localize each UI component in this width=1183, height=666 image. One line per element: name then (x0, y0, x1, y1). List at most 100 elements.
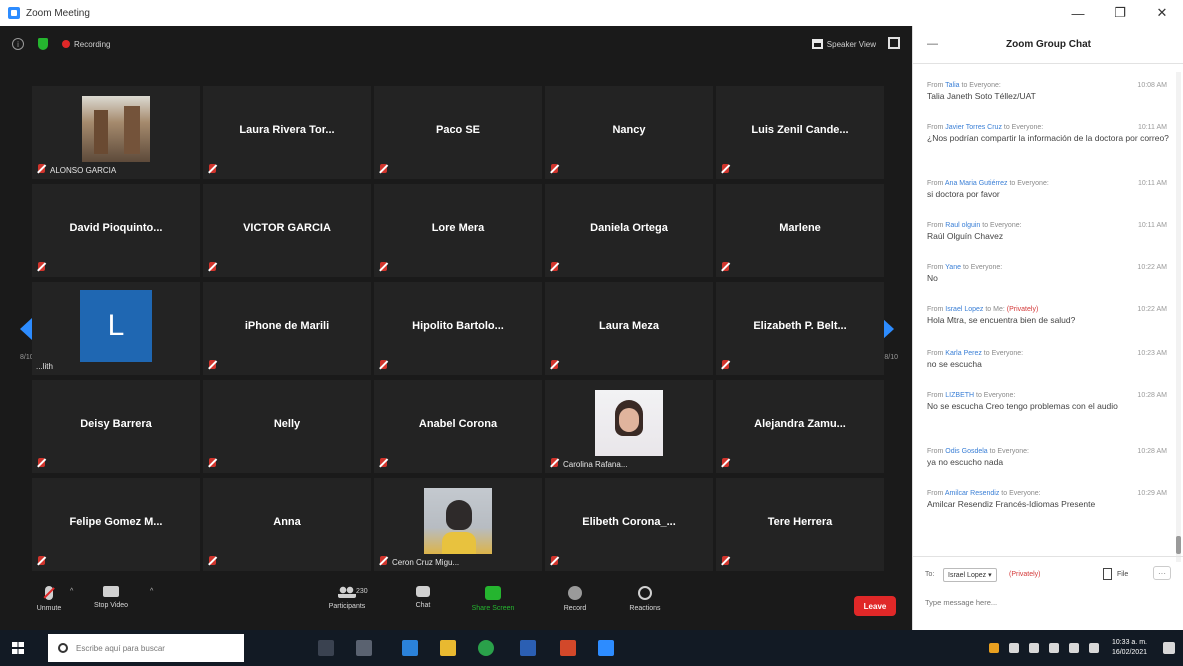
share-screen-icon (485, 586, 501, 600)
participant-tile[interactable]: Anna (203, 478, 371, 571)
from-prefix: From (927, 222, 946, 229)
reactions-button[interactable]: Reactions (610, 582, 680, 612)
taskbar-clock[interactable]: 10:33 a. m. 16/02/2021 (1112, 638, 1147, 658)
share-screen-label: Share Screen (471, 605, 515, 612)
taskbar-search-box[interactable]: Escribe aquí para buscar (48, 634, 244, 662)
message-input[interactable] (925, 593, 1171, 611)
participant-tile[interactable]: David Pioquinto... (32, 184, 200, 277)
message-sender[interactable]: Ana Maria Gutiérrez (945, 180, 1008, 187)
keyboard-icon[interactable] (1088, 643, 1099, 653)
chevron-up-icon[interactable] (1008, 643, 1019, 653)
recipient-select[interactable]: Israel Lopez ▾ (943, 568, 997, 582)
participant-tile[interactable]: L ...lith (32, 282, 200, 375)
participant-tile[interactable]: Paco SE (374, 86, 542, 179)
participant-tile[interactable]: VICTOR GARCIA (203, 184, 371, 277)
message-sender[interactable]: Talia (945, 82, 959, 89)
powerpoint-icon[interactable] (560, 640, 576, 656)
file-explorer-icon[interactable] (440, 640, 456, 656)
participant-tile[interactable]: Felipe Gomez M... (32, 478, 200, 571)
stop-video-button[interactable]: Stop Video (76, 582, 146, 609)
wifi-icon[interactable] (1048, 643, 1059, 653)
participant-tile[interactable]: Laura Rivera Tor... (203, 86, 371, 179)
window-title: Zoom Meeting (26, 7, 90, 19)
message-sender[interactable]: LIZBETH (945, 392, 974, 399)
muted-mic-icon (551, 556, 558, 565)
message-sender[interactable]: Raul olguin (945, 222, 980, 229)
participant-tile[interactable]: Laura Meza (545, 282, 713, 375)
leave-button[interactable]: Leave (854, 596, 896, 616)
participant-name: Laura Meza (599, 320, 659, 332)
participant-name: iPhone de Marili (244, 320, 330, 332)
participant-tile[interactable]: Nancy (545, 86, 713, 179)
message-sender[interactable]: Karla Perez (945, 350, 982, 357)
message-recipient: to Everyone: (980, 222, 1022, 229)
message-header: From Amilcar Resendiz to Everyone: (927, 490, 1173, 497)
edge-browser-icon[interactable] (402, 640, 418, 656)
participant-name: Hipolito Bartolo... (412, 320, 504, 332)
search-icon (58, 643, 68, 653)
participant-tile[interactable]: Marlene (716, 184, 884, 277)
participant-grid: ALONSO GARCIA Laura Rivera Tor... Paco S… (32, 86, 884, 571)
chrome-browser-icon[interactable] (478, 640, 494, 656)
to-label: To: (925, 571, 935, 578)
windows-start-icon[interactable] (12, 642, 24, 654)
minimize-button[interactable]: — (1057, 0, 1099, 26)
participant-tile[interactable]: Hipolito Bartolo... (374, 282, 542, 375)
message-sender[interactable]: Amilcar Resendiz (945, 490, 999, 497)
zoom-taskbar-icon[interactable] (598, 640, 614, 656)
more-options-button[interactable]: ··· (1153, 566, 1171, 580)
participant-tile[interactable]: Alejandra Zamu... (716, 380, 884, 473)
participant-tile[interactable]: Deisy Barrera (32, 380, 200, 473)
message-time: 10:28 AM (1137, 392, 1167, 399)
notification-app-icon[interactable] (988, 643, 999, 653)
audio-options-chevron-icon[interactable]: ^ (70, 588, 73, 595)
cortana-mic-icon[interactable] (318, 640, 334, 656)
message-sender[interactable]: Israel Lopez (945, 306, 983, 313)
chat-button[interactable]: Chat (388, 582, 458, 609)
message-text: no se escucha (927, 359, 982, 369)
restore-button[interactable]: ❐ (1099, 0, 1141, 26)
share-screen-button[interactable]: Share Screen (458, 582, 528, 612)
shield-icon[interactable] (38, 38, 48, 50)
from-prefix: From (927, 264, 946, 271)
participants-button[interactable]: 230 Participants (312, 582, 382, 610)
message-sender[interactable]: Javier Torres Cruz (945, 124, 1002, 131)
close-button[interactable]: ✕ (1141, 0, 1183, 26)
file-icon[interactable] (1103, 568, 1112, 580)
participant-caption: ALONSO GARCIA (50, 166, 117, 175)
chat-scrollbar[interactable] (1176, 72, 1181, 562)
message-sender[interactable]: Odis Gosdela (945, 448, 987, 455)
word-icon[interactable] (520, 640, 536, 656)
participant-tile[interactable]: Carolina Rafana... (545, 380, 713, 473)
participant-tile[interactable]: Tere Herrera (716, 478, 884, 571)
chat-scroll-thumb[interactable] (1176, 536, 1181, 554)
participant-tile[interactable]: Anabel Corona (374, 380, 542, 473)
participant-tile[interactable]: Daniela Ortega (545, 184, 713, 277)
speaker-view-button[interactable]: Speaker View (811, 36, 876, 52)
participant-tile[interactable]: ALONSO GARCIA (32, 86, 200, 179)
message-recipient: to Everyone: (961, 264, 1003, 271)
participant-name: Nelly (273, 418, 301, 430)
info-icon[interactable]: i (12, 38, 24, 50)
participant-tile[interactable]: Ceron Cruz Migu... (374, 478, 542, 571)
message-text: No (927, 273, 938, 283)
record-button[interactable]: Record (540, 582, 610, 612)
participant-tile[interactable]: Lore Mera (374, 184, 542, 277)
participant-tile[interactable]: Luis Zenil Cande... (716, 86, 884, 179)
participant-tile[interactable]: iPhone de Marili (203, 282, 371, 375)
video-options-chevron-icon[interactable]: ^ (150, 588, 153, 595)
participant-tile[interactable]: Elizabeth P. Belt... (716, 282, 884, 375)
from-prefix: From (927, 392, 946, 399)
volume-icon[interactable] (1068, 643, 1079, 653)
fullscreen-icon[interactable] (888, 37, 900, 49)
file-button[interactable]: File (1117, 571, 1128, 578)
participant-tile[interactable]: Nelly (203, 380, 371, 473)
network-icon[interactable] (1028, 643, 1039, 653)
message-sender[interactable]: Yane (945, 264, 961, 271)
unmute-button[interactable]: Unmute (14, 582, 84, 612)
action-center-icon[interactable] (1163, 642, 1175, 654)
task-view-icon[interactable] (356, 640, 372, 656)
previous-page-arrow-icon[interactable] (20, 318, 32, 340)
participant-name: Marlene (779, 222, 821, 234)
participant-tile[interactable]: Elibeth Corona_... (545, 478, 713, 571)
